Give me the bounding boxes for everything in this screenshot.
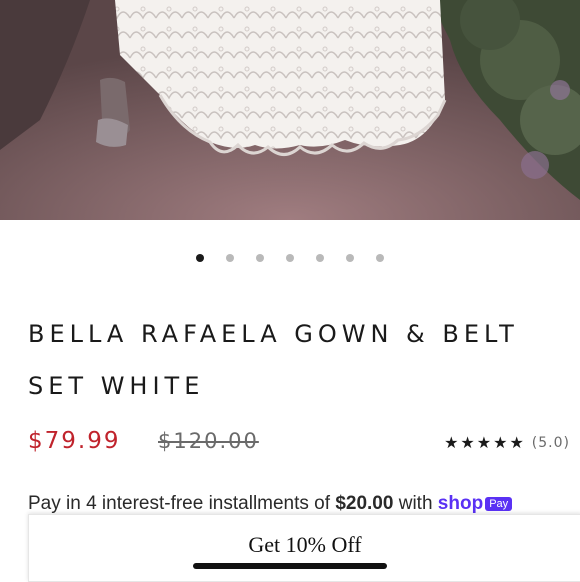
shop-pay-logo[interactable]: shop: [438, 493, 483, 514]
gallery-dot-5[interactable]: [316, 254, 324, 262]
offer-label[interactable]: Get 10% Off: [29, 532, 580, 558]
sale-price: $79.99: [28, 428, 121, 454]
gallery-dot-4[interactable]: [286, 254, 294, 262]
compare-at-price: $120.00: [158, 429, 259, 453]
gallery-dot-3[interactable]: [256, 254, 264, 262]
installments-amount: $20.00: [335, 493, 394, 514]
price-row: $79.99 $120.00 ★★★★★ (5.0): [28, 428, 578, 462]
gallery-dot-6[interactable]: [346, 254, 354, 262]
installments-message: Pay in 4 interest-free installments of $…: [28, 493, 580, 515]
gown-photo: [0, 0, 580, 220]
gallery-dot-1[interactable]: [196, 254, 204, 262]
discount-offer-bar[interactable]: Get 10% Off: [28, 514, 580, 582]
gallery-dot-2[interactable]: [226, 254, 234, 262]
home-indicator[interactable]: [193, 563, 387, 569]
gallery-pagination[interactable]: [0, 251, 580, 265]
installments-suffix: with: [398, 493, 433, 514]
gallery-dot-7[interactable]: [376, 254, 384, 262]
star-rating-icon: ★★★★★: [444, 433, 526, 452]
rating-value: (5.0): [531, 434, 570, 451]
product-title: BELLA RAFAELA GOWN & BELT SET WHITE: [28, 320, 519, 400]
shop-pay-badge: Pay: [485, 496, 513, 511]
installments-prefix: Pay in 4 interest-free installments of: [28, 493, 331, 514]
product-rating[interactable]: ★★★★★ (5.0): [444, 433, 570, 452]
product-image[interactable]: [0, 0, 580, 220]
